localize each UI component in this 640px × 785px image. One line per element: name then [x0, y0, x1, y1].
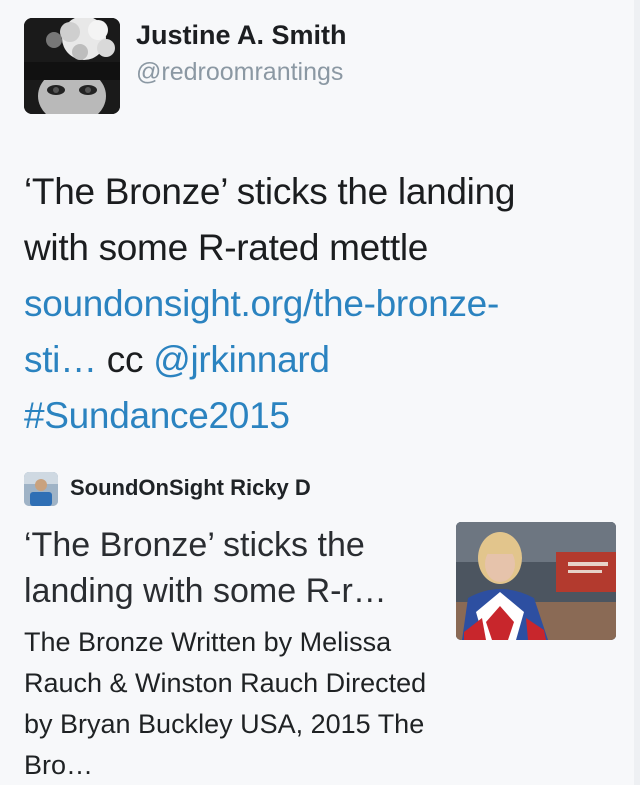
card-author-avatar-icon	[24, 472, 58, 506]
tweet-link-line-2[interactable]: sti…	[24, 339, 97, 380]
author-handle[interactable]: @redroomrantings	[136, 58, 343, 87]
tweet-header: Justine A. Smith @redroomrantings	[24, 18, 444, 118]
card-description: The Bronze Written by Melissa Rauch & Wi…	[24, 627, 427, 780]
tweet-text: ‘The Bronze’ sticks the landing with som…	[24, 164, 620, 444]
user-avatar-icon	[24, 18, 120, 114]
card-author-name[interactable]: SoundOnSight Ricky D	[70, 475, 311, 501]
author-name[interactable]: Justine A. Smith	[136, 20, 347, 51]
tweet-hashtag[interactable]: #Sundance2015	[24, 395, 290, 436]
card-image[interactable]	[456, 522, 616, 640]
movie-still-thumbnail-icon	[456, 522, 616, 640]
tweet-text-line-2: with some R-rated mettle	[24, 227, 429, 268]
scrollbar-track	[634, 0, 640, 785]
tweet-link-line-1[interactable]: soundonsight.org/the-bronze-	[24, 283, 499, 324]
user-avatar[interactable]	[24, 18, 120, 114]
tweet-cc-text: cc	[96, 339, 154, 380]
card-author[interactable]: SoundOnSight Ricky D	[24, 470, 524, 506]
tweet-mention[interactable]: @jrkinnard	[153, 339, 330, 380]
card-title[interactable]: ‘The Bronze’ sticks the landing with som…	[24, 522, 434, 614]
tweet-text-line-1: ‘The Bronze’ sticks the landing	[24, 171, 516, 212]
card-author-avatar[interactable]	[24, 472, 58, 506]
